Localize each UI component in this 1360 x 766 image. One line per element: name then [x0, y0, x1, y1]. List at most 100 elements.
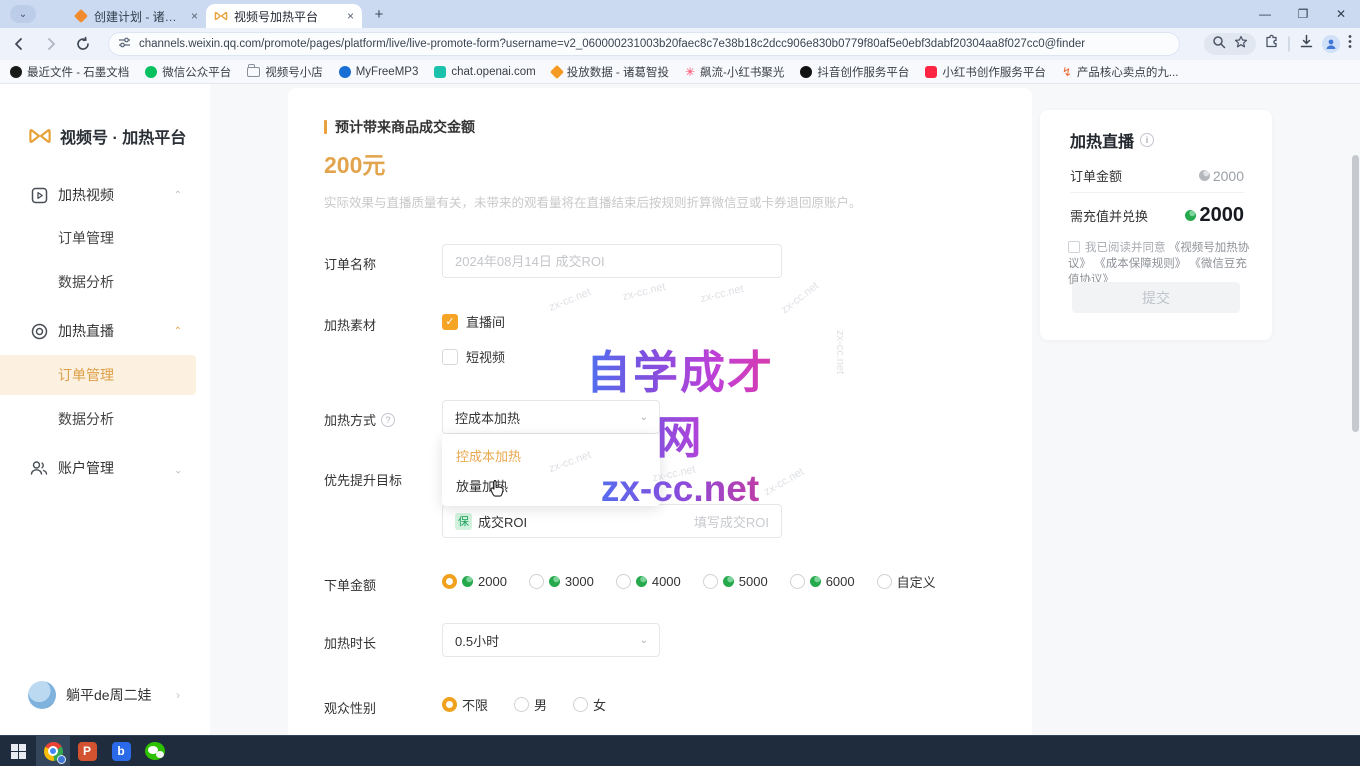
summary-card: 加热直播 i 订单金额 2000 需充值并兑换 2000 我已阅读并同意 《视频…	[1040, 110, 1272, 340]
submit-button[interactable]: 提交	[1072, 282, 1240, 313]
radio-icon[interactable]	[877, 574, 892, 589]
help-icon[interactable]: ?	[381, 413, 395, 427]
info-icon[interactable]: i	[1140, 133, 1154, 147]
new-tab-button[interactable]: +	[370, 6, 388, 24]
tab-inactive[interactable]: 创建计划 - 诸葛智投 ×	[66, 4, 206, 28]
radio-selected-icon[interactable]	[442, 574, 457, 589]
target-roi-field[interactable]: 保 成交ROI 填写成交ROI	[442, 504, 782, 538]
menu-kebab-icon[interactable]	[1348, 34, 1352, 54]
material-option-short-video[interactable]: 短视频	[442, 347, 505, 366]
bookmark-openai[interactable]: chat.openai.com	[434, 66, 535, 78]
budget-option-4000[interactable]: 4000	[616, 574, 681, 589]
site-settings-icon[interactable]	[118, 36, 131, 52]
method-option-volume[interactable]: 放量加热	[442, 470, 660, 500]
toolbar-divider: |	[1287, 35, 1291, 53]
sidebar-item-account[interactable]: 账户管理 ⌃	[0, 448, 210, 488]
zhuge-favicon	[74, 9, 88, 23]
bookmark-star-icon[interactable]	[1234, 35, 1248, 54]
bookmark-douyin[interactable]: 抖音创作服务平台	[800, 64, 909, 80]
tab-active[interactable]: 视频号加热平台 ×	[206, 4, 362, 28]
mouse-cursor	[489, 479, 505, 504]
reload-icon[interactable]	[70, 31, 96, 57]
sidebar-user[interactable]: 躺平de周二娃 ›	[0, 681, 210, 709]
play-square-icon	[30, 186, 48, 204]
powerpoint-icon: P	[78, 742, 97, 761]
zoom-chip[interactable]	[1204, 33, 1256, 55]
method-dropdown: 控成本加热 放量加热	[442, 434, 660, 506]
checkbox-checked-icon[interactable]: ✓	[442, 314, 458, 330]
tab-close-icon[interactable]: ×	[347, 10, 354, 22]
taskbar-wechat[interactable]	[138, 736, 172, 766]
radio-icon[interactable]	[790, 574, 805, 589]
sidebar-item-video-analytics[interactable]: 数据分析	[0, 262, 196, 302]
bookmark-wechat-mp[interactable]: 微信公众平台	[145, 64, 231, 80]
address-bar[interactable]: channels.weixin.qq.com/promote/pages/pla…	[108, 32, 1180, 56]
back-icon[interactable]	[6, 31, 32, 57]
order-amount-row: 订单金额 2000	[1070, 166, 1244, 185]
user-name: 躺平de周二娃	[66, 685, 152, 705]
tab-search-button[interactable]: ⌄	[10, 5, 36, 23]
gender-option-male[interactable]: 男	[514, 695, 547, 714]
folder-icon	[247, 67, 260, 77]
sidebar-item-heat-live[interactable]: 加热直播 ⌃	[0, 311, 210, 351]
order-amount-value: 2000	[1213, 168, 1244, 184]
checkbox-unchecked-icon[interactable]	[442, 349, 458, 365]
link-cost-rules[interactable]: 《成本保障规则》	[1094, 258, 1186, 270]
target-icon	[30, 322, 48, 340]
budget-option-3000[interactable]: 3000	[529, 574, 594, 589]
start-button[interactable]	[0, 736, 36, 766]
scrollbar[interactable]	[1352, 155, 1359, 432]
openai-favicon	[434, 66, 446, 78]
url-text: channels.weixin.qq.com/promote/pages/pla…	[139, 38, 1085, 50]
radio-selected-icon[interactable]	[442, 697, 457, 712]
duration-select[interactable]: 0.5小时 ⌄	[442, 623, 660, 657]
budget-option-custom[interactable]: 自定义	[877, 572, 936, 591]
bookmark-shimo[interactable]: 最近文件 - 石墨文档	[10, 64, 129, 80]
coin-bean-icon	[723, 576, 734, 587]
sidebar-item-live-orders[interactable]: 订单管理	[0, 355, 196, 395]
bookmark-myfreemp3[interactable]: MyFreeMP3	[339, 66, 419, 78]
method-option-cost-control[interactable]: 控成本加热	[442, 440, 660, 470]
taskbar-baidu-pan[interactable]: b	[104, 736, 138, 766]
radio-icon[interactable]	[529, 574, 544, 589]
sidebar-item-video-orders[interactable]: 订单管理	[0, 218, 196, 258]
spark-favicon: ✳	[685, 65, 695, 79]
radio-icon[interactable]	[703, 574, 718, 589]
taskbar-ppt[interactable]: P	[70, 736, 104, 766]
sidebar-item-live-analytics[interactable]: 数据分析	[0, 399, 196, 439]
radio-icon[interactable]	[573, 697, 588, 712]
budget-option-5000[interactable]: 5000	[703, 574, 768, 589]
chevron-up-icon: ⌃	[174, 326, 182, 337]
summary-title: 加热直播	[1070, 128, 1134, 152]
radio-icon[interactable]	[616, 574, 631, 589]
page-content: 视频号 · 加热平台 加热视频 ⌃ 订单管理 数据分析 加热直播 ⌃ 订单管理 …	[0, 84, 1360, 735]
budget-option-2000[interactable]: 2000	[442, 574, 507, 589]
profile-avatar-icon[interactable]	[1322, 35, 1340, 53]
gender-option-female[interactable]: 女	[573, 695, 606, 714]
forward-icon[interactable]	[38, 31, 64, 57]
window-restore-button[interactable]: ❐	[1284, 0, 1322, 28]
bookmark-zhuge-data[interactable]: 投放数据 - 诸葛智投	[552, 64, 669, 80]
extensions-icon[interactable]	[1264, 34, 1279, 54]
window-minimize-button[interactable]: —	[1246, 0, 1284, 28]
window-close-button[interactable]: ✕	[1322, 0, 1360, 28]
estimate-note: 实际效果与直播质量有关，未带来的观看量将在直播结束后按规则折算微信豆或卡券退回原…	[324, 192, 862, 211]
tab-close-icon[interactable]: ×	[191, 10, 198, 22]
gender-option-any[interactable]: 不限	[442, 695, 488, 714]
estimate-title: 预计带来商品成交金额	[335, 117, 475, 137]
order-name-input[interactable]	[442, 244, 782, 278]
sidebar-item-heat-video[interactable]: 加热视频 ⌃	[0, 175, 210, 215]
bookmark-xhs-jg[interactable]: ✳飙流-小红书聚光	[685, 64, 784, 80]
radio-icon[interactable]	[514, 697, 529, 712]
zoom-icon[interactable]	[1212, 35, 1226, 54]
bookmark-xhs-creator[interactable]: 小红书创作服务平台	[925, 64, 1046, 80]
budget-option-6000[interactable]: 6000	[790, 574, 855, 589]
material-option-live[interactable]: ✓ 直播间	[442, 312, 505, 331]
taskbar-chrome[interactable]	[36, 736, 70, 766]
bookmark-channels-shop[interactable]: 视频号小店	[247, 64, 323, 80]
downloads-icon[interactable]	[1299, 34, 1314, 54]
method-select[interactable]: 控成本加热 ⌄	[442, 400, 660, 434]
agreement-checkbox[interactable]	[1068, 241, 1080, 253]
bookmark-product-points[interactable]: ↯产品核心卖点的九...	[1062, 64, 1179, 80]
flame-favicon: ↯	[1062, 65, 1072, 79]
